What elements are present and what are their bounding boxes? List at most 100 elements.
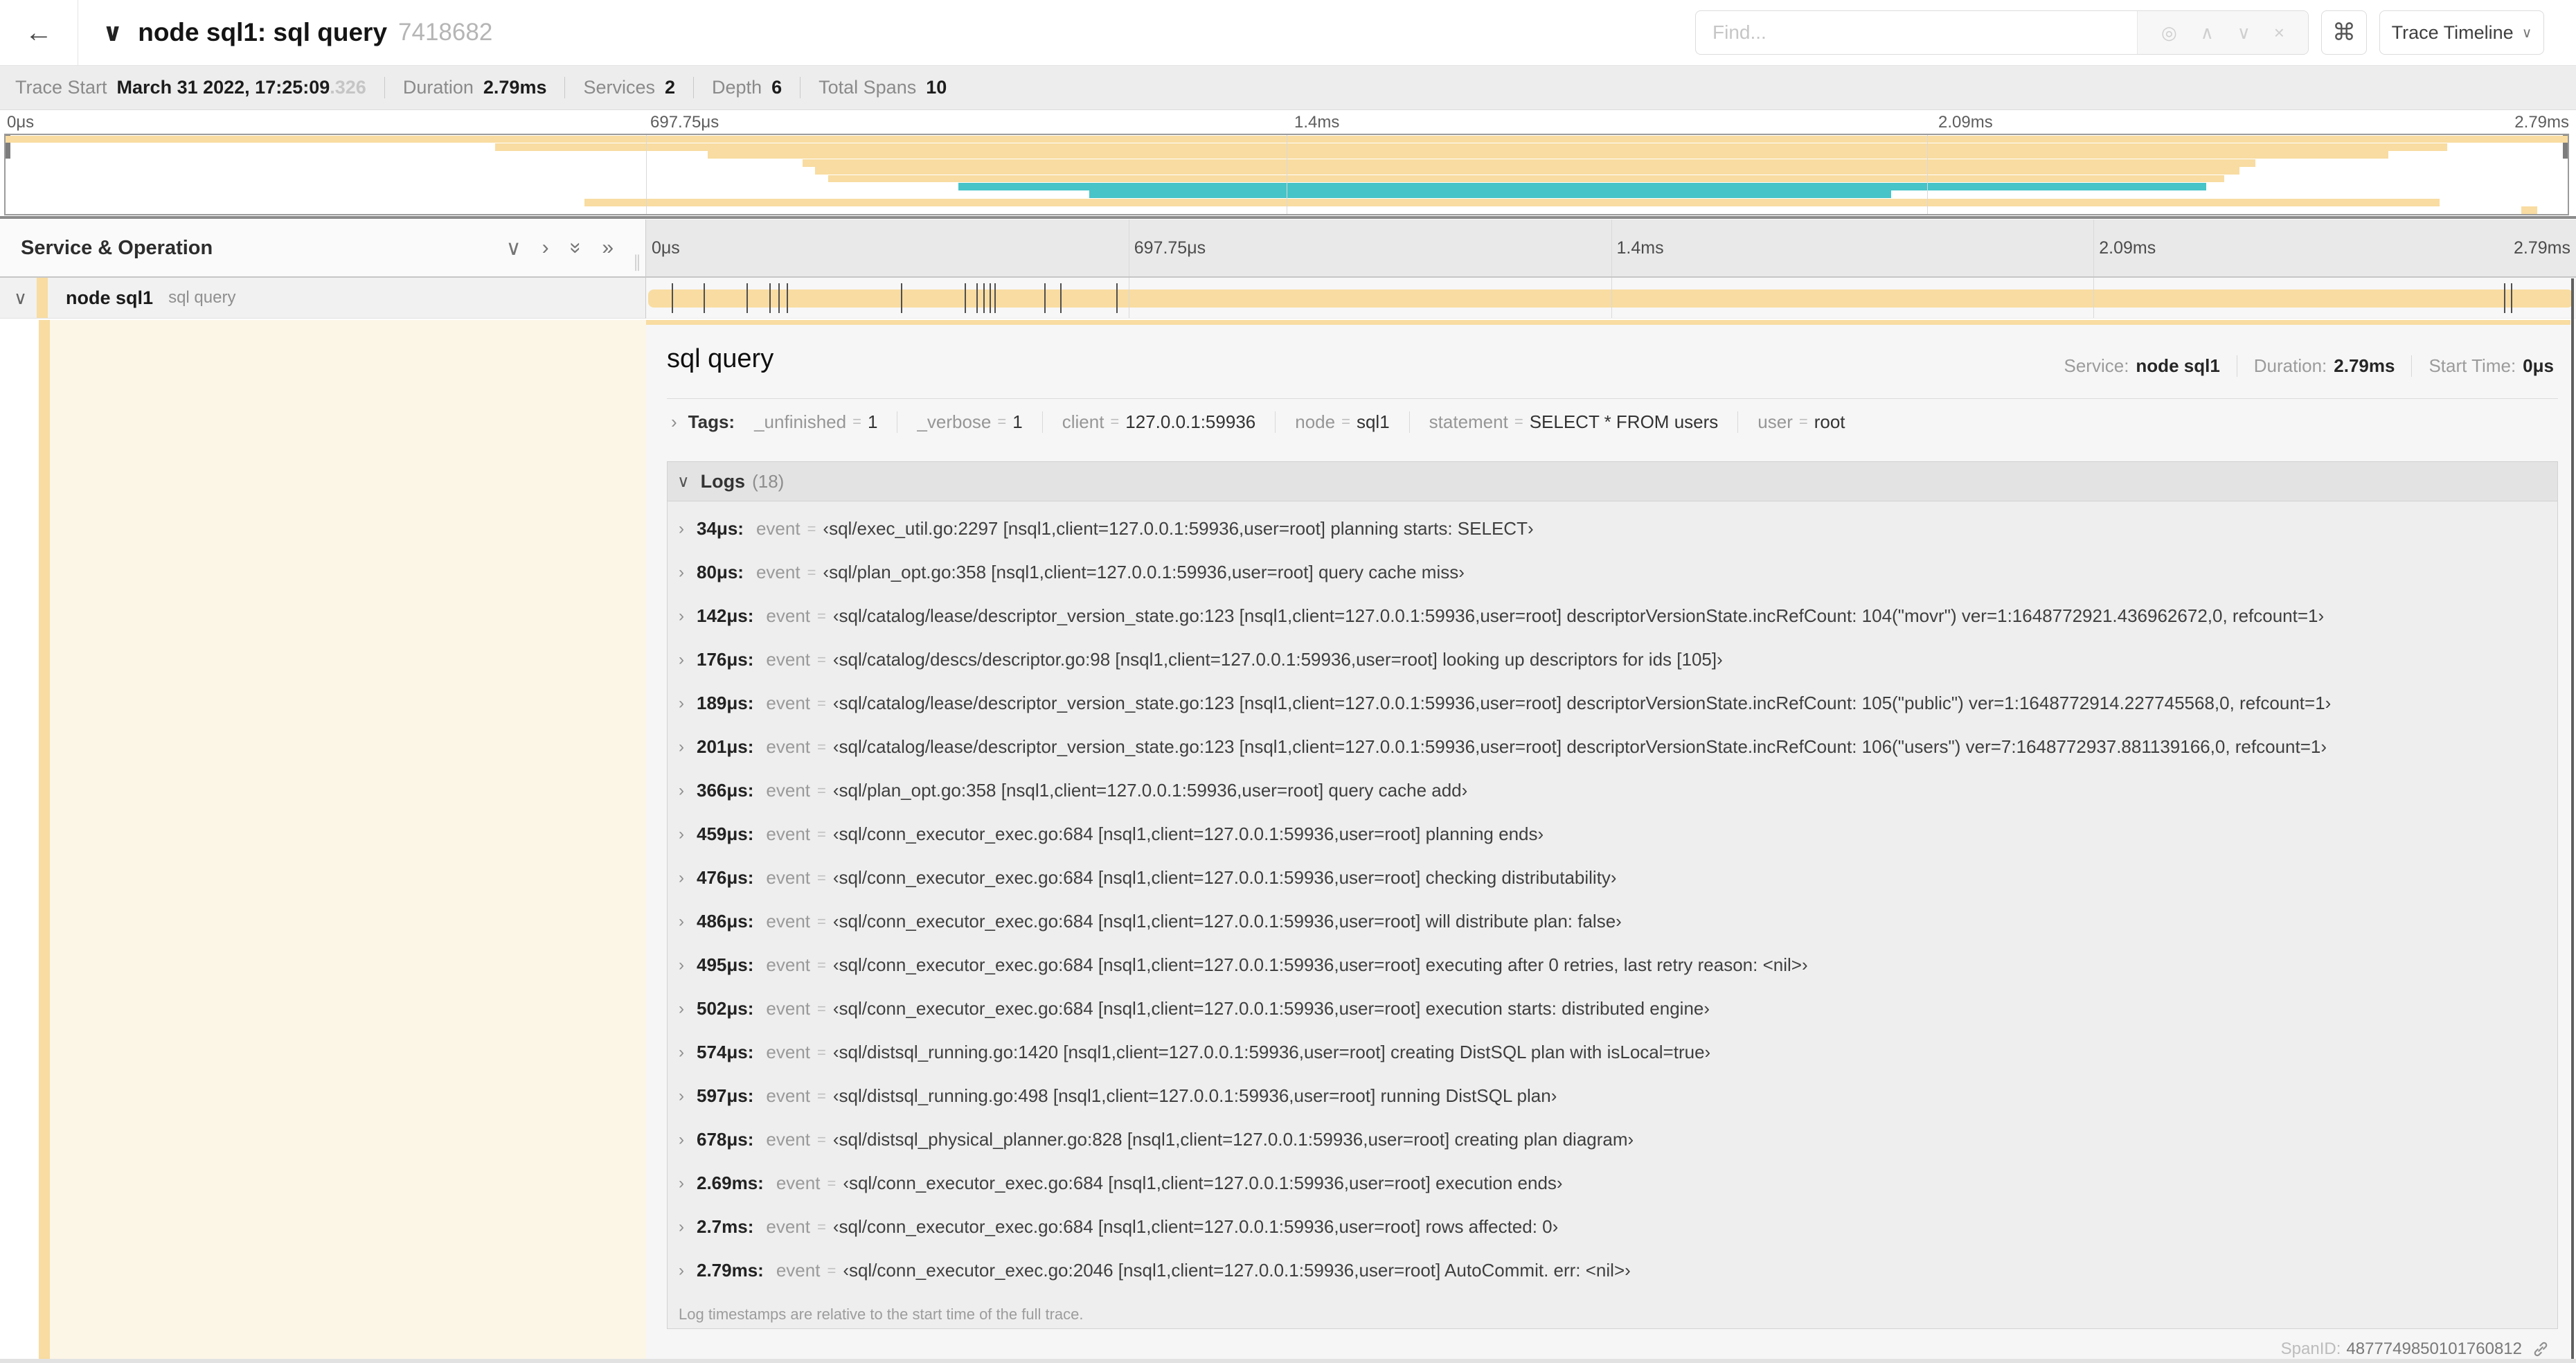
log-chevron-right-icon[interactable]: › — [679, 519, 684, 539]
log-field-value: ‹sql/catalog/descs/descriptor.go:98 [nsq… — [832, 649, 1723, 670]
span-id-label: SpanID: — [2280, 1339, 2341, 1358]
logs-chevron-down-icon[interactable]: ∨ — [677, 472, 690, 492]
log-field-value: ‹sql/catalog/lease/descriptor_version_st… — [832, 736, 2327, 757]
log-chevron-right-icon[interactable]: › — [679, 1087, 684, 1106]
service-operation-title: Service & Operation — [21, 236, 213, 259]
span-service-name: node sql1 — [66, 287, 154, 308]
tags-row[interactable]: › Tags: _unfinished = 1 _verbose = 1 cli… — [667, 400, 2558, 443]
log-field-name: event — [766, 605, 811, 626]
minimap-canvas[interactable] — [4, 134, 2569, 215]
grid-line — [1611, 220, 1612, 276]
log-timestamp: 2.79ms: — [697, 1260, 764, 1281]
log-row[interactable]: › 142μs: event = ‹sql/catalog/lease/desc… — [668, 594, 2557, 638]
trace-collapse-icon[interactable]: ∨ — [102, 18, 123, 47]
log-chevron-right-icon[interactable]: › — [679, 1218, 684, 1237]
log-chevron-right-icon[interactable]: › — [679, 999, 684, 1019]
log-row[interactable]: › 2.7ms: event = ‹sql/conn_executor_exec… — [668, 1205, 2557, 1249]
log-row[interactable]: › 476μs: event = ‹sql/conn_executor_exec… — [668, 856, 2557, 900]
equals-sign: = — [817, 956, 826, 974]
log-timestamp: 142μs: — [697, 605, 754, 626]
log-row[interactable]: › 574μs: event = ‹sql/distsql_running.go… — [668, 1031, 2557, 1074]
axis-tick-label: 2.79ms — [2514, 238, 2570, 258]
span-collapse-icon[interactable]: ∨ — [14, 287, 27, 309]
log-row[interactable]: › 502μs: event = ‹sql/conn_executor_exec… — [668, 987, 2557, 1031]
tag-item: user = root — [1737, 411, 1845, 433]
log-row[interactable]: › 366μs: event = ‹sql/plan_opt.go:358 [n… — [668, 769, 2557, 812]
log-row[interactable]: › 176μs: event = ‹sql/catalog/descs/desc… — [668, 638, 2557, 682]
log-field-value: ‹sql/plan_opt.go:358 [nsql1,client=127.0… — [832, 780, 1468, 801]
vertical-scrollbar[interactable] — [2571, 278, 2574, 1359]
tag-value: SELECT * FROM users — [1529, 411, 1719, 432]
log-chevron-right-icon[interactable]: › — [679, 868, 684, 888]
chevron-down-icon: ∨ — [2521, 25, 2532, 41]
log-field-name: event — [766, 911, 811, 932]
tags-chevron-right-icon[interactable]: › — [671, 411, 677, 433]
equals-sign: = — [817, 999, 826, 1017]
span-name-cell[interactable]: ∨ node sql1 sql query — [0, 278, 646, 319]
back-arrow-icon: ← — [25, 17, 53, 48]
summary-value-muted: .326 — [330, 77, 366, 98]
log-chevron-right-icon[interactable]: › — [679, 738, 684, 757]
log-row[interactable]: › 459μs: event = ‹sql/conn_executor_exec… — [668, 812, 2557, 856]
log-field-name: event — [766, 823, 811, 844]
summary-item: Services 2 — [564, 77, 675, 98]
log-chevron-right-icon[interactable]: › — [679, 956, 684, 975]
column-resize-handle[interactable]: ∥ — [633, 252, 641, 272]
clear-search-icon[interactable]: × — [2274, 22, 2284, 44]
log-timestamp: 502μs: — [697, 998, 754, 1019]
log-field-name: event — [766, 780, 811, 801]
summary-value: 6 — [771, 77, 782, 98]
log-marker-tick — [983, 283, 985, 313]
log-chevron-right-icon[interactable]: › — [679, 1043, 684, 1062]
grid-line — [2093, 278, 2095, 318]
log-chevron-right-icon[interactable]: › — [679, 1261, 684, 1281]
equals-sign: = — [1798, 413, 1808, 430]
grid-line — [646, 135, 647, 214]
collapse-one-icon[interactable]: ∨ — [506, 236, 521, 260]
log-row[interactable]: › 34μs: event = ‹sql/exec_util.go:2297 [… — [668, 507, 2557, 551]
locate-icon[interactable]: ◎ — [2161, 22, 2177, 44]
back-button[interactable]: ← — [0, 0, 78, 65]
equals-sign: = — [817, 1043, 826, 1061]
log-chevron-right-icon[interactable]: › — [679, 563, 684, 582]
log-chevron-right-icon[interactable]: › — [679, 781, 684, 801]
log-chevron-right-icon[interactable]: › — [679, 694, 684, 713]
log-chevron-right-icon[interactable]: › — [679, 825, 684, 844]
expand-one-icon[interactable]: › — [542, 236, 549, 260]
find-input[interactable] — [1696, 11, 2137, 54]
log-row[interactable]: › 678μs: event = ‹sql/distsql_physical_p… — [668, 1118, 2557, 1161]
log-field-name: event — [755, 518, 800, 539]
logs-header[interactable]: ∨ Logs (18) — [668, 462, 2557, 501]
log-marker-tick — [1044, 283, 1046, 313]
minimap-span-bar — [815, 167, 2240, 175]
span-id-row: SpanID: 4877749850101760812 — [667, 1329, 2558, 1363]
log-row[interactable]: › 201μs: event = ‹sql/catalog/lease/desc… — [668, 725, 2557, 769]
minimap-span-bar — [958, 182, 2207, 190]
log-row[interactable]: › 2.79ms: event = ‹sql/conn_executor_exe… — [668, 1249, 2557, 1292]
log-timestamp: 80μs: — [697, 562, 744, 582]
log-chevron-right-icon[interactable]: › — [679, 607, 684, 626]
log-chevron-right-icon[interactable]: › — [679, 912, 684, 932]
log-chevron-right-icon[interactable]: › — [679, 1130, 684, 1150]
prev-result-icon[interactable]: ∧ — [2201, 22, 2214, 44]
log-field-name: event — [755, 562, 800, 582]
log-row[interactable]: › 189μs: event = ‹sql/catalog/lease/desc… — [668, 682, 2557, 725]
log-timestamp: 189μs: — [697, 693, 754, 713]
expand-all-icon[interactable]: » — [602, 236, 614, 260]
span-meta-item: Start Time: 0μs — [2411, 355, 2554, 377]
log-row[interactable]: › 495μs: event = ‹sql/conn_executor_exec… — [668, 943, 2557, 987]
log-chevron-right-icon[interactable]: › — [679, 650, 684, 670]
log-row[interactable]: › 80μs: event = ‹sql/plan_opt.go:358 [ns… — [668, 551, 2557, 594]
view-selector-button[interactable]: Trace Timeline ∨ — [2379, 10, 2544, 55]
log-row[interactable]: › 597μs: event = ‹sql/distsql_running.go… — [668, 1074, 2557, 1118]
link-icon[interactable] — [2532, 1340, 2550, 1358]
keyboard-shortcuts-button[interactable]: ⌘ — [2321, 10, 2367, 55]
logs-label: Logs — [700, 470, 746, 492]
collapse-all-icon[interactable]: » — [564, 242, 587, 254]
log-chevron-right-icon[interactable]: › — [679, 1174, 684, 1193]
log-row[interactable]: › 486μs: event = ‹sql/conn_executor_exec… — [668, 900, 2557, 943]
log-field-name: event — [766, 1129, 811, 1150]
equals-sign: = — [817, 650, 826, 668]
next-result-icon[interactable]: ∨ — [2237, 22, 2251, 44]
log-row[interactable]: › 2.69ms: event = ‹sql/conn_executor_exe… — [668, 1161, 2557, 1205]
